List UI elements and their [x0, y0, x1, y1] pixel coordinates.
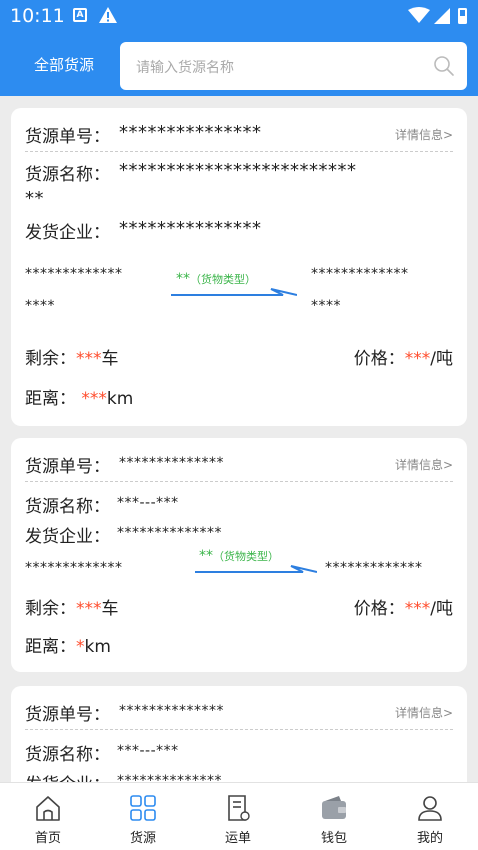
nav-waybill[interactable]: 运单: [190, 783, 286, 850]
price-field: 价格：***/吨: [353, 599, 453, 619]
source-name-label: 货源名称：: [25, 497, 110, 517]
source-no-row: 货源单号： *************** 详情信息>: [25, 112, 453, 152]
cargo-card[interactable]: 货源单号： ************** 详情信息> 货源名称： ***---*…: [11, 686, 467, 782]
shipper-label: 发货企业：: [25, 527, 110, 547]
search-placeholder: 请输入货源名称: [136, 60, 234, 76]
source-no-value: **************: [119, 455, 224, 471]
cargo-source-list: 货源单号： *************** 详情信息> 货源名称： ******…: [0, 96, 478, 782]
shipper-value: **************: [117, 525, 222, 541]
signal-battery-icon: [408, 7, 467, 24]
detail-link[interactable]: 详情信息>: [395, 704, 453, 721]
cargo-card[interactable]: 货源单号： ************** 详情信息> 货源名称： ***---*…: [11, 438, 467, 672]
source-no-value: **************: [119, 703, 224, 719]
source-name-value-cont: **: [25, 188, 44, 209]
source-no-value: ***************: [119, 122, 262, 143]
user-icon: [418, 796, 442, 821]
route-arrow-icon: [171, 288, 297, 296]
home-icon: [36, 796, 60, 821]
nav-wallet[interactable]: 钱包: [286, 783, 382, 850]
warning-icon: [99, 7, 117, 23]
source-name-label: 货源名称：: [25, 165, 110, 185]
source-no-row: 货源单号： ************** 详情信息>: [25, 442, 453, 482]
nav-label: 我的: [416, 831, 443, 846]
source-no-row: 货源单号： ************** 详情信息>: [25, 690, 453, 730]
route-arrow-icon: [195, 565, 317, 573]
origin-value: *************: [25, 266, 123, 282]
nav-label: 首页: [34, 831, 61, 846]
app-notification-icon: A: [73, 8, 87, 22]
shipper-label: 发货企业：: [25, 770, 110, 782]
waybill-icon: [228, 795, 250, 821]
cargo-type: **（货物类型）: [176, 271, 256, 287]
detail-link[interactable]: 详情信息>: [395, 456, 453, 473]
wallet-icon: [322, 796, 346, 819]
shipper-value: ***************: [119, 218, 262, 239]
origin-value-cont: ****: [25, 298, 55, 314]
nav-mine[interactable]: 我的: [382, 783, 478, 850]
destination-value: *************: [325, 560, 423, 576]
nav-sources[interactable]: 货源: [95, 783, 191, 850]
cargo-type: **（货物类型）: [199, 548, 279, 564]
destination-value-cont: ****: [311, 298, 341, 314]
cargo-card[interactable]: 货源单号： *************** 详情信息> 货源名称： ******…: [11, 108, 467, 426]
source-no-label: 货源单号：: [25, 705, 110, 725]
nav-label: 货源: [129, 831, 156, 846]
grid-icon: [130, 795, 156, 821]
bottom-nav: 首页 货源 运单 钱包 我的: [0, 782, 478, 850]
destination-value: *************: [311, 266, 409, 282]
all-sources-filter[interactable]: 全部货源: [34, 54, 94, 75]
distance-field: 距离： ***km: [25, 389, 134, 409]
status-bar: 10:11 A: [0, 0, 478, 32]
status-time: 10:11: [10, 5, 65, 27]
origin-value: *************: [25, 560, 123, 576]
remaining-field: 剩余：***车: [25, 599, 119, 619]
header: 全部货源 请输入货源名称: [0, 32, 478, 96]
nav-label: 钱包: [320, 831, 347, 846]
remaining-field: 剩余：***车: [25, 349, 119, 369]
search-icon[interactable]: [433, 55, 455, 77]
distance-field: 距离：*km: [25, 637, 111, 657]
source-no-label: 货源单号：: [25, 457, 110, 477]
source-no-label: 货源单号：: [25, 127, 110, 147]
source-name-value: ***---***: [117, 743, 179, 759]
nav-home[interactable]: 首页: [0, 783, 96, 850]
shipper-label: 发货企业：: [25, 223, 110, 243]
search-input[interactable]: 请输入货源名称: [120, 42, 467, 90]
source-name-value: *************************: [119, 160, 357, 181]
shipper-value: **************: [117, 773, 222, 782]
detail-link[interactable]: 详情信息>: [395, 126, 453, 143]
nav-label: 运单: [224, 831, 251, 846]
source-name-value: ***---***: [117, 495, 179, 511]
source-name-label: 货源名称：: [25, 745, 110, 765]
price-field: 价格：***/吨: [353, 349, 453, 369]
